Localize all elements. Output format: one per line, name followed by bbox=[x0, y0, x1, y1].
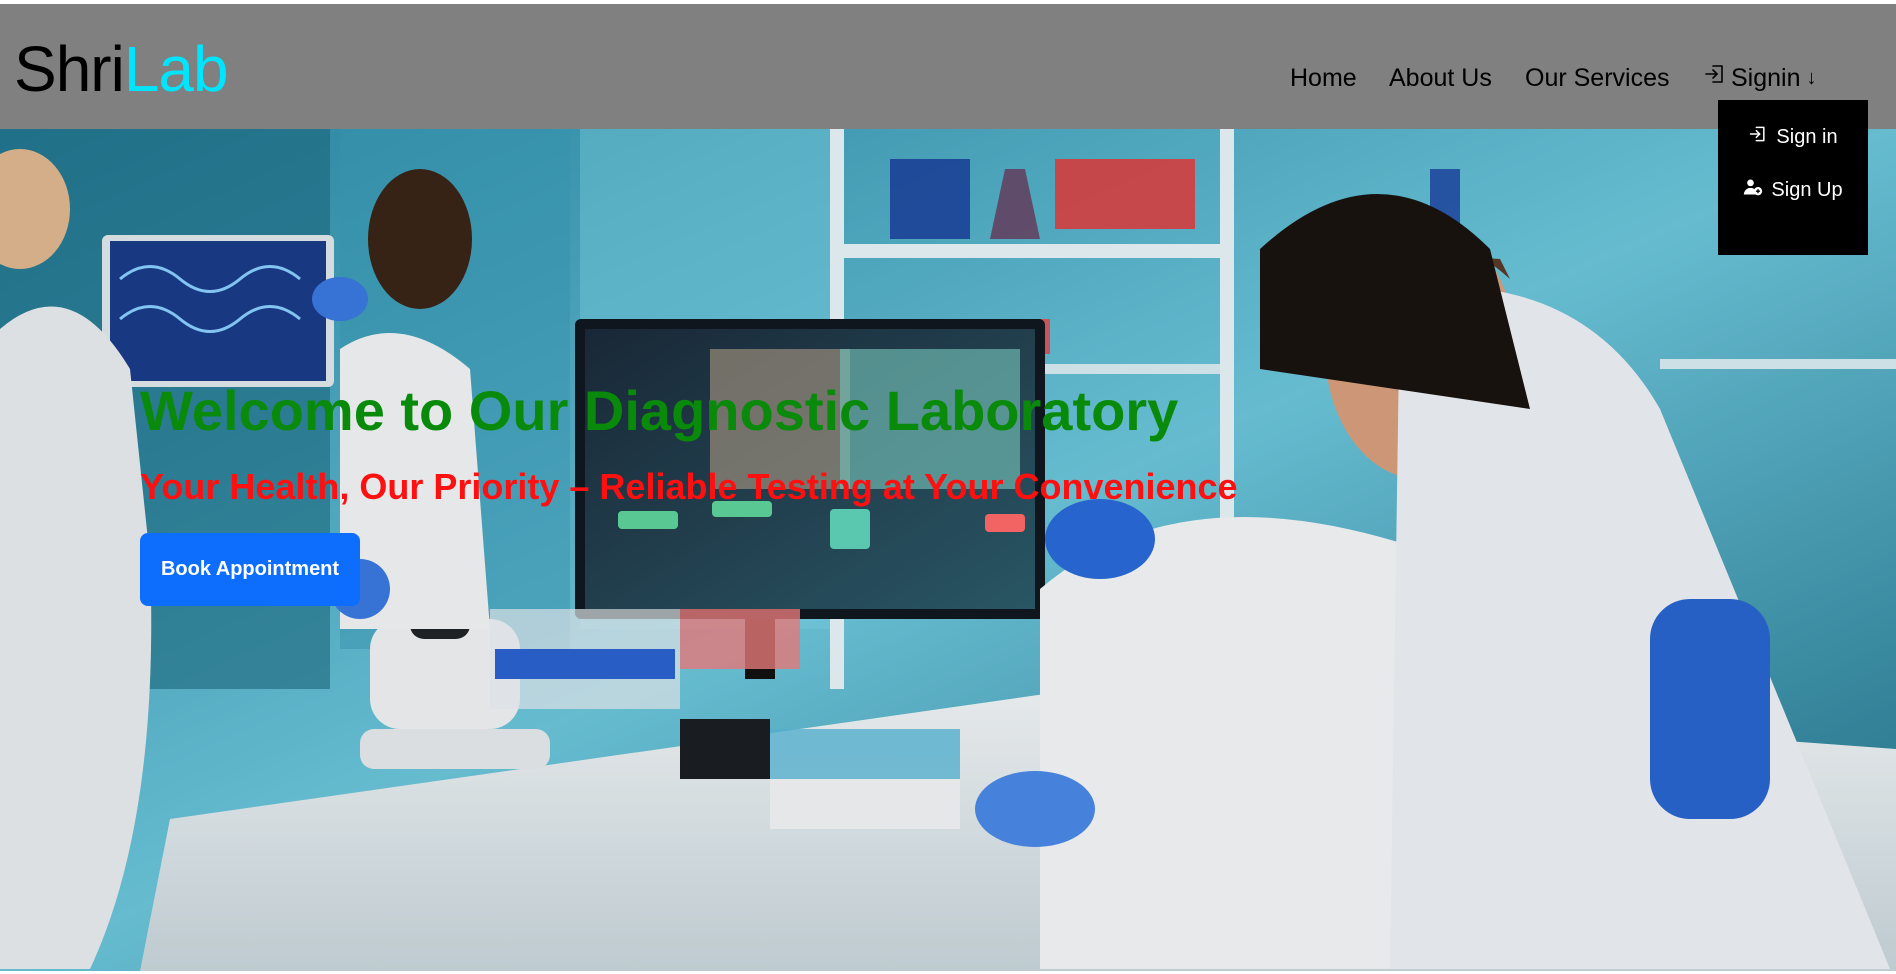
dropdown-item-sign-up[interactable]: Sign Up bbox=[1718, 177, 1868, 203]
book-appointment-button[interactable]: Book Appointment bbox=[140, 533, 360, 606]
signin-dropdown-menu: Sign in Sign Up bbox=[1718, 100, 1868, 255]
user-add-icon bbox=[1743, 177, 1763, 204]
brand-logo[interactable]: ShriLab bbox=[14, 33, 229, 105]
nav-about-link[interactable]: About Us bbox=[1389, 62, 1492, 94]
dropdown-sign-in-label: Sign in bbox=[1776, 126, 1838, 148]
hero-title: Welcome to Our Diagnostic Laboratory bbox=[140, 379, 1179, 442]
dropdown-sign-up-label: Sign Up bbox=[1771, 179, 1843, 201]
login-icon bbox=[1748, 124, 1768, 151]
nav-home-link[interactable]: Home bbox=[1290, 62, 1357, 94]
brand-name-part1: Shri bbox=[14, 33, 125, 105]
dropdown-item-sign-in[interactable]: Sign in bbox=[1718, 124, 1868, 150]
nav-services-link[interactable]: Our Services bbox=[1525, 62, 1669, 94]
chevron-down-icon: ↓ bbox=[1806, 67, 1817, 89]
login-icon bbox=[1703, 62, 1727, 94]
nav-signin-dropdown-toggle[interactable]: Signin ↓ bbox=[1703, 62, 1817, 94]
navbar: ShriLab Home About Us Our Services Signi… bbox=[0, 4, 1896, 129]
hero-subtitle: Your Health, Our Priority – Reliable Tes… bbox=[140, 466, 1238, 507]
hero-section: Welcome to Our Diagnostic Laboratory You… bbox=[0, 129, 1896, 971]
brand-name-part2: Lab bbox=[123, 33, 229, 105]
nav-signin-label: Signin bbox=[1731, 64, 1801, 92]
